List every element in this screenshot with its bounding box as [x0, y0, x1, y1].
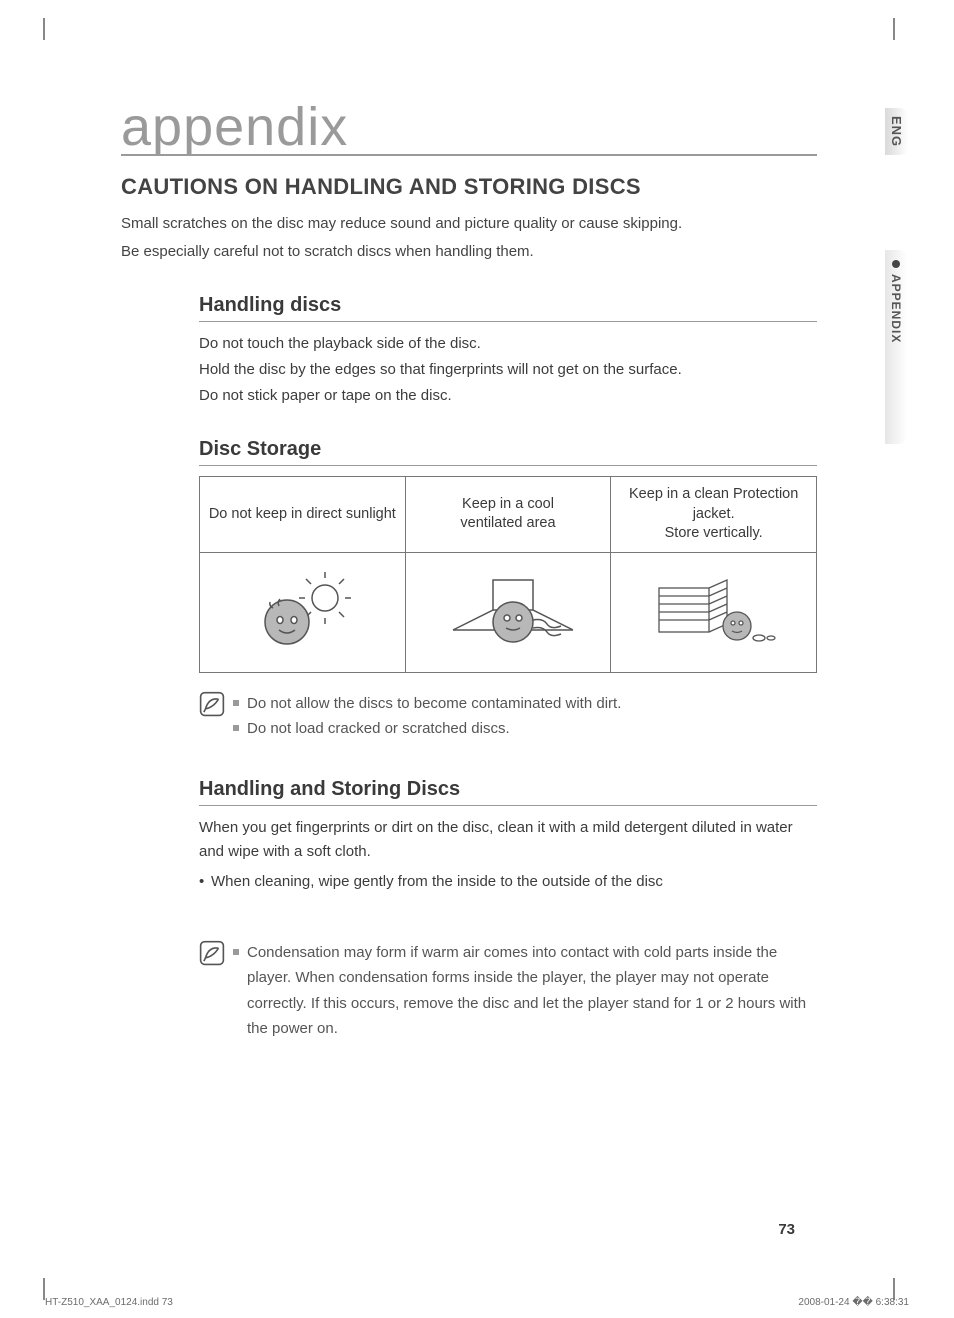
note-item: Condensation may form if warm air comes … — [233, 940, 817, 1042]
crop-mark — [893, 18, 895, 40]
body-line: When you get fingerprints or dirt on the… — [199, 816, 817, 864]
subsection-handling-discs: Handling discs Do not touch the playback… — [199, 294, 817, 408]
table-image-row — [200, 552, 817, 672]
tab-language: ENG — [885, 108, 908, 155]
crop-mark — [43, 18, 45, 40]
note-item: Do not allow the discs to become contami… — [233, 691, 817, 717]
storage-table: Do not keep in direct sunlight Keep in a… — [199, 476, 817, 673]
footer-filename: HT-Z510_XAA_0124.indd 73 — [45, 1297, 173, 1308]
subsection-handling-storing: Handling and Storing Discs When you get … — [199, 778, 817, 894]
note-icon — [199, 940, 229, 1042]
bullet-item: When cleaning, wipe gently from the insi… — [199, 870, 817, 894]
ventilated-illustration-icon — [443, 570, 573, 650]
subsection-disc-storage: Disc Storage Do not keep in direct sunli… — [199, 438, 817, 673]
table-header-cell: Keep in a cool ventilated area — [405, 477, 611, 553]
section-heading: CAUTIONS ON HANDLING AND STORING DISCS — [121, 174, 817, 200]
sunlight-illustration-icon — [247, 570, 357, 650]
table-header-cell: Do not keep in direct sunlight — [200, 477, 406, 553]
table-cell — [405, 552, 611, 672]
footer-timestamp: 2008-01-24 �� 6:38:31 — [798, 1297, 909, 1308]
table-header-cell: Keep in a clean Protection jacket. Store… — [611, 477, 817, 553]
note-list: Condensation may form if warm air comes … — [229, 940, 817, 1042]
bullet-icon — [892, 260, 900, 268]
page-frame: ENG APPENDIX appendix CAUTIONS ON HANDLI… — [43, 40, 895, 1278]
sub-heading: Handling and Storing Discs — [199, 778, 817, 806]
sub-body: When you get fingerprints or dirt on the… — [199, 816, 817, 894]
page-title: appendix — [121, 100, 817, 156]
table-cell — [200, 552, 406, 672]
side-tabs: ENG APPENDIX — [885, 108, 915, 449]
sub-heading: Disc Storage — [199, 438, 817, 466]
body-line: Do not touch the playback side of the di… — [199, 332, 817, 356]
sub-body: Do not touch the playback side of the di… — [199, 332, 817, 408]
tab-section: APPENDIX — [885, 250, 907, 443]
intro-line-2: Be especially careful not to scratch dis… — [121, 240, 817, 264]
note-block: Do not allow the discs to become contami… — [199, 691, 817, 742]
page-number: 73 — [778, 1221, 795, 1238]
body-line: Hold the disc by the edges so that finge… — [199, 358, 817, 382]
note-icon — [199, 691, 229, 742]
note-item: Do not load cracked or scratched discs. — [233, 716, 817, 742]
note-block: Condensation may form if warm air comes … — [199, 940, 817, 1042]
note-list: Do not allow the discs to become contami… — [229, 691, 817, 742]
body-line: Do not stick paper or tape on the disc. — [199, 384, 817, 408]
intro-line-1: Small scratches on the disc may reduce s… — [121, 212, 817, 236]
jacket-illustration-icon — [649, 570, 779, 650]
table-header-row: Do not keep in direct sunlight Keep in a… — [200, 477, 817, 553]
content-area: appendix CAUTIONS ON HANDLING AND STORIN… — [43, 40, 895, 1042]
tab-section-label: APPENDIX — [889, 274, 903, 343]
sub-heading: Handling discs — [199, 294, 817, 322]
table-cell — [611, 552, 817, 672]
footer: HT-Z510_XAA_0124.indd 73 2008-01-24 �� 6… — [45, 1297, 909, 1308]
